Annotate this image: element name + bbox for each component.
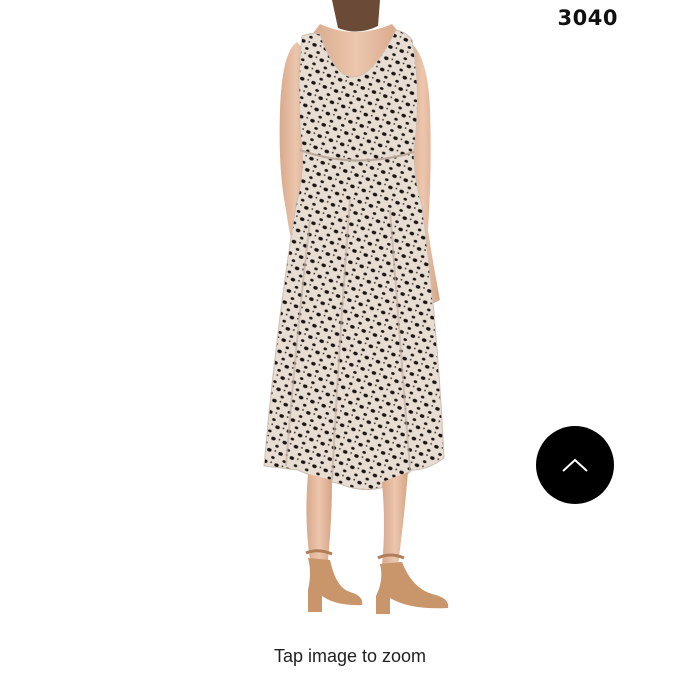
scroll-to-top-button[interactable] [536,426,614,504]
tap-to-zoom-hint: Tap image to zoom [273,646,427,666]
chevron-up-icon [562,458,588,472]
item-number-label: 3040 [557,6,618,30]
product-gallery: 3040 Tap image to zoom [0,0,700,700]
product-image[interactable] [200,0,500,630]
